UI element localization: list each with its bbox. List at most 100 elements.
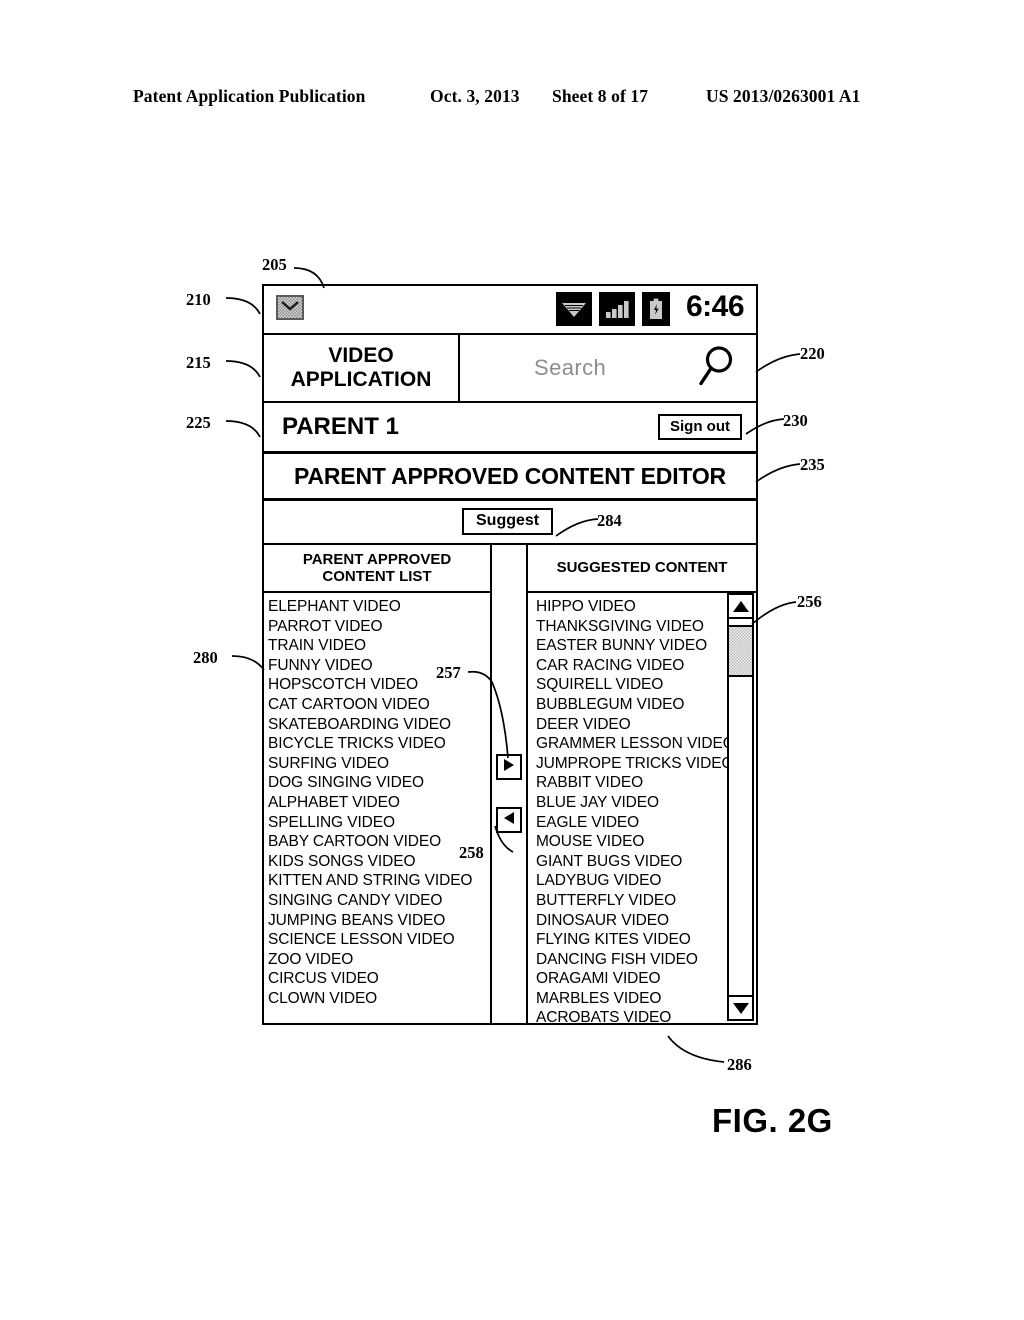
list-item[interactable]: KIDS SONGS VIDEO (268, 852, 490, 872)
list-item[interactable]: KITTEN AND STRING VIDEO (268, 871, 490, 891)
list-item[interactable]: BUBBLEGUM VIDEO (536, 695, 748, 715)
search-icon[interactable] (698, 345, 736, 392)
list-item[interactable]: MARBLES VIDEO (536, 989, 748, 1009)
parent-username: PARENT 1 (282, 413, 399, 440)
publication-label: Patent Application Publication (133, 86, 366, 106)
ref-220: 220 (800, 344, 825, 363)
suggested-header: SUGGESTED CONTENT (556, 559, 728, 577)
scrollbar-thumb[interactable] (729, 625, 752, 677)
list-item[interactable]: DOG SINGING VIDEO (268, 773, 490, 793)
ref-225: 225 (186, 413, 211, 432)
editor-title: PARENT APPROVED CONTENT EDITOR (264, 454, 756, 501)
list-item[interactable]: BUTTERFLY VIDEO (536, 891, 748, 911)
suggested-list[interactable]: HIPPO VIDEO THANKSGIVING VIDEO EASTER BUNN… (528, 593, 756, 1023)
leader-235 (755, 463, 801, 483)
leader-256 (751, 601, 797, 625)
list-item[interactable]: SKATEBOARDING VIDEO (268, 715, 490, 735)
approved-column-header: PARENT APPROVED CONTENT LIST (264, 545, 490, 593)
approved-header-line1: PARENT APPROVED (302, 550, 452, 568)
scroll-up-arrow-icon[interactable] (729, 595, 752, 619)
suggested-column-header: SUGGESTED CONTENT (528, 545, 756, 593)
leader-220 (755, 353, 801, 373)
list-item[interactable]: ELEPHANT VIDEO (268, 597, 490, 617)
transfer-button-column (492, 545, 528, 1023)
ref-210: 210 (186, 290, 211, 309)
sheet-number: Sheet 8 of 17 (552, 86, 649, 106)
list-item[interactable]: CAR RACING VIDEO (536, 656, 748, 676)
ref-235: 235 (800, 455, 825, 474)
leader-225 (225, 420, 261, 438)
app-bar: VIDEO APPLICATION Search (264, 335, 756, 403)
list-item[interactable]: BLUE JAY VIDEO (536, 793, 748, 813)
ref-215: 215 (186, 353, 211, 372)
list-item[interactable]: HIPPO VIDEO (536, 597, 748, 617)
list-item[interactable]: ACROBATS VIDEO (536, 1008, 748, 1023)
app-title: VIDEO APPLICATION (264, 335, 460, 401)
list-item[interactable]: PARROT VIDEO (268, 617, 490, 637)
list-item[interactable]: SINGING CANDY VIDEO (268, 891, 490, 911)
approved-list[interactable]: ELEPHANT VIDEO PARROT VIDEO TRAIN VIDEO FUN… (264, 593, 490, 1023)
list-item[interactable]: BABY CARTOON VIDEO (268, 832, 490, 852)
list-item[interactable]: DEER VIDEO (536, 715, 748, 735)
leader-280 (231, 655, 265, 671)
list-item[interactable]: EAGLE VIDEO (536, 813, 748, 833)
list-item[interactable]: ZOO VIDEO (268, 950, 490, 970)
approved-column: PARENT APPROVED CONTENT LIST ELEPHANT VI… (264, 545, 492, 1023)
list-item[interactable]: SURFING VIDEO (268, 754, 490, 774)
scroll-down-arrow-icon[interactable] (729, 995, 752, 1019)
figure-label: FIG. 2G (712, 1102, 833, 1139)
battery-icon (642, 292, 670, 326)
ref-286: 286 (727, 1055, 752, 1074)
suggest-button[interactable]: Suggest (462, 508, 554, 535)
leader-210 (225, 297, 261, 315)
sign-out-button[interactable]: Sign out (658, 414, 742, 440)
leader-230 (745, 418, 785, 435)
list-item[interactable]: TRAIN VIDEO (268, 636, 490, 656)
wifi-icon (556, 292, 592, 326)
search-input-placeholder: Search (534, 355, 607, 380)
status-bar-clock: 6:46 (685, 290, 745, 323)
list-item[interactable]: ALPHABET VIDEO (268, 793, 490, 813)
list-item[interactable]: SPELLING VIDEO (268, 813, 490, 833)
leader-257 (467, 670, 509, 759)
list-item[interactable]: CIRCUS VIDEO (268, 969, 490, 989)
list-item[interactable]: ORAGAMI VIDEO (536, 969, 748, 989)
list-item[interactable]: RABBIT VIDEO (536, 773, 748, 793)
list-item[interactable]: SQUIRELL VIDEO (536, 675, 748, 695)
device-screen: 6:46 VIDEO APPLICATION Search PARENT 1 S… (262, 284, 758, 1025)
approved-header-line2: CONTENT LIST (322, 568, 432, 585)
list-item[interactable]: THANKSGIVING VIDEO (536, 617, 748, 637)
status-icons (556, 292, 670, 326)
list-item[interactable]: FLYING KITES VIDEO (536, 930, 748, 950)
list-item[interactable]: MOUSE VIDEO (536, 832, 748, 852)
ref-256: 256 (797, 592, 822, 611)
ref-230: 230 (783, 411, 808, 430)
search-field[interactable]: Search (460, 335, 756, 401)
signal-bars-icon (599, 292, 635, 326)
publication-date: Oct. 3, 2013 (430, 86, 520, 106)
list-item[interactable]: DINOSAUR VIDEO (536, 911, 748, 931)
list-item[interactable]: JUMPING BEANS VIDEO (268, 911, 490, 931)
list-item[interactable]: GRAMMER LESSON VIDEO (536, 734, 748, 754)
list-item[interactable]: CLOWN VIDEO (268, 989, 490, 1009)
ref-205: 205 (262, 255, 287, 274)
patent-number: US 2013/0263001 A1 (706, 86, 861, 106)
list-item[interactable]: JUMPROPE TRICKS VIDEO (536, 754, 748, 774)
list-item[interactable]: CAT CARTOON VIDEO (268, 695, 490, 715)
mail-icon (276, 295, 304, 320)
status-bar: 6:46 (264, 286, 756, 335)
list-item[interactable]: LADYBUG VIDEO (536, 871, 748, 891)
content-lists: PARENT APPROVED CONTENT LIST ELEPHANT VI… (264, 545, 756, 1023)
list-item[interactable]: GIANT BUGS VIDEO (536, 852, 748, 872)
list-item[interactable]: BICYCLE TRICKS VIDEO (268, 734, 490, 754)
list-item[interactable]: EASTER BUNNY VIDEO (536, 636, 748, 656)
suggest-bar: Suggest (264, 501, 756, 545)
suggested-list-scrollbar[interactable] (727, 593, 754, 1021)
leader-286 (667, 1035, 725, 1063)
ref-284: 284 (597, 511, 622, 530)
ref-280: 280 (193, 648, 218, 667)
ref-258: 258 (459, 843, 484, 862)
list-item[interactable]: DANCING FISH VIDEO (536, 950, 748, 970)
parent-bar: PARENT 1 Sign out (264, 403, 756, 454)
list-item[interactable]: SCIENCE LESSON VIDEO (268, 930, 490, 950)
